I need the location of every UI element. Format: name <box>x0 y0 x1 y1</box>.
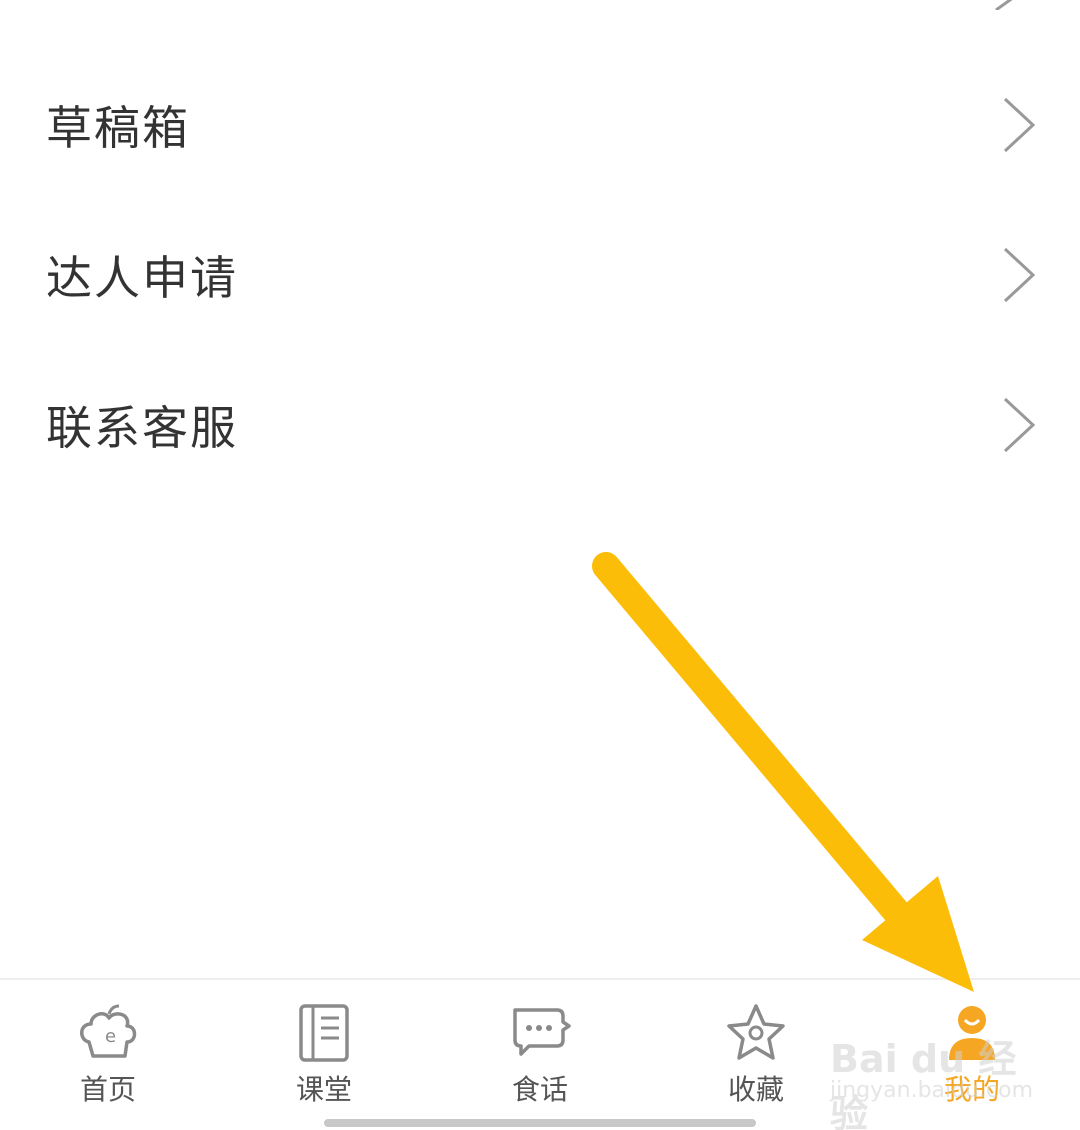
settings-page: 草稿箱 达人申请 联系客服 e 首页 课堂 食话 收藏 我的 Bai du 经验… <box>0 0 1080 1130</box>
menu-item-contact-support[interactable]: 联系客服 <box>0 350 1080 500</box>
tab-label: 首页 <box>79 1073 136 1106</box>
menu-item-expert-application[interactable]: 达人申请 <box>0 200 1080 350</box>
tab-label: 食话 <box>511 1073 568 1106</box>
chat-bubble-icon <box>513 1008 571 1056</box>
chevron-right-icon <box>995 0 1013 10</box>
tab-food-talk[interactable]: 食话 <box>470 1002 610 1112</box>
watermark-url: jingyan.baidu.com <box>830 1078 1034 1103</box>
chevron-right-icon <box>1003 97 1036 153</box>
tab-home[interactable]: e 首页 <box>38 1002 178 1112</box>
menu-item-label: 达人申请 <box>46 251 238 305</box>
menu-item-label: 草稿箱 <box>46 101 190 155</box>
menu-item-drafts[interactable]: 草稿箱 <box>0 50 1080 200</box>
tab-label: 课堂 <box>295 1073 352 1106</box>
home-indicator <box>324 1119 756 1127</box>
chef-hat-icon: e <box>80 1004 137 1058</box>
menu-item-label: 联系客服 <box>46 401 238 455</box>
tab-favorites[interactable]: 收藏 <box>686 1002 826 1112</box>
chevron-right-icon <box>1003 397 1036 453</box>
star-icon <box>727 1004 785 1060</box>
watermark: Bai du 经验 jingyan.baidu.com <box>826 1010 1033 1130</box>
tab-label: 收藏 <box>727 1073 784 1106</box>
menu-list: 草稿箱 达人申请 联系客服 <box>0 50 1080 500</box>
svg-text:e: e <box>105 1026 116 1047</box>
chevron-right-icon <box>1003 247 1036 303</box>
notebook-icon <box>299 1004 349 1062</box>
tab-classroom[interactable]: 课堂 <box>254 1002 394 1112</box>
